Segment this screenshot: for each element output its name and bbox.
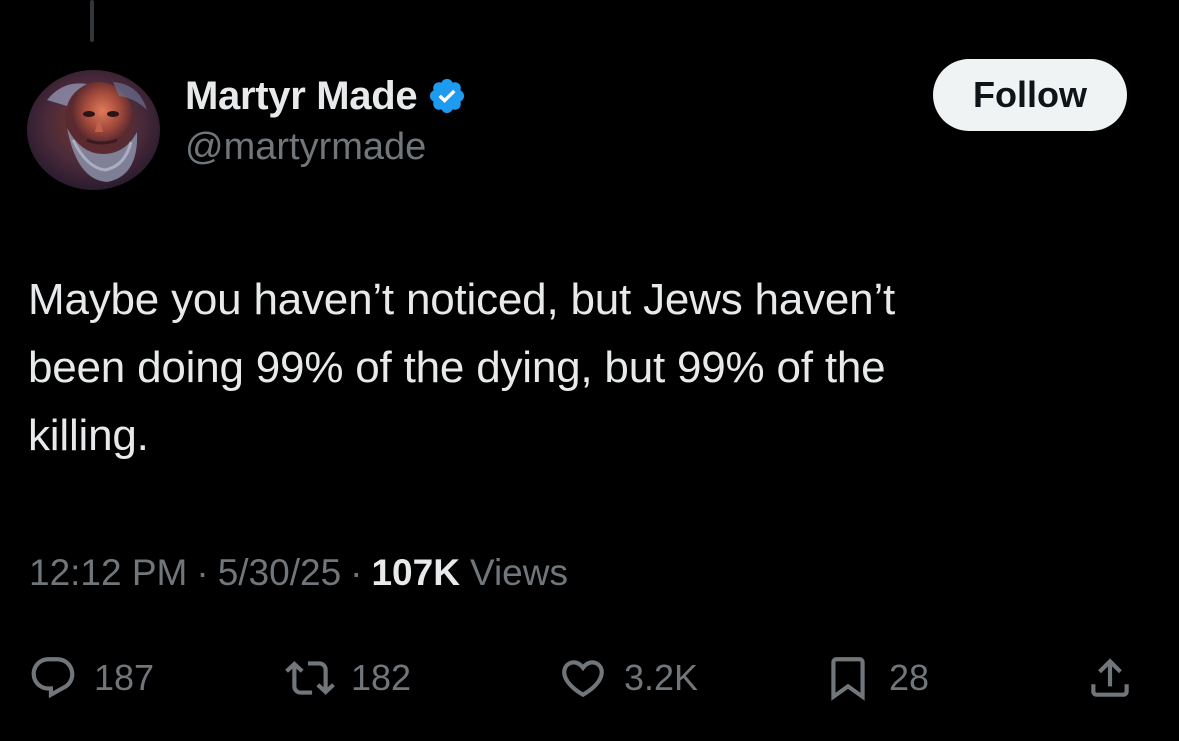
action-bar: 187 182 3.2K 28 — [0, 648, 1179, 708]
views-count: 107K — [371, 552, 460, 593]
repost-icon — [285, 661, 335, 695]
tweet-text-line: been doing 99% of the dying, but 99% of … — [28, 343, 886, 392]
views-label: Views — [469, 552, 568, 593]
tweet-text-line: killing. — [28, 411, 149, 460]
share-button[interactable] — [1085, 648, 1135, 708]
repost-count: 182 — [351, 657, 412, 698]
author-handle[interactable]: @martyrmade — [185, 126, 426, 169]
bookmark-count: 28 — [889, 657, 930, 698]
reply-button[interactable]: 187 — [28, 648, 154, 708]
share-icon — [1091, 658, 1129, 697]
author-display-name[interactable]: Martyr Made — [185, 74, 418, 119]
like-button[interactable]: 3.2K — [558, 648, 698, 708]
reply-count: 187 — [94, 657, 155, 698]
author-name-row: Martyr Made — [185, 70, 467, 122]
like-count: 3.2K — [624, 657, 699, 698]
heart-icon — [562, 660, 604, 698]
repost-button[interactable]: 182 — [285, 648, 411, 708]
tweet-date[interactable]: 5/30/25 — [218, 552, 341, 594]
tweet-time[interactable]: 12:12 PM — [29, 552, 187, 594]
thread-connector-line — [90, 0, 94, 42]
verified-badge-icon[interactable] — [427, 76, 467, 116]
tweet-text-line: Maybe you haven’t noticed, but Jews have… — [28, 275, 896, 324]
reply-icon — [31, 657, 75, 699]
bookmark-button[interactable]: 28 — [823, 648, 929, 708]
separator-dot: · — [196, 552, 209, 593]
avatar-image — [27, 70, 160, 190]
bookmark-icon — [831, 657, 865, 701]
tweet-metadata: 12:12 PM · 5/30/25 · 107K Views — [29, 552, 568, 594]
avatar[interactable] — [27, 70, 160, 190]
tweet-text: Maybe you haven’t noticed, but Jews have… — [28, 266, 1138, 470]
separator-dot: · — [350, 552, 363, 593]
follow-button[interactable]: Follow — [933, 59, 1127, 131]
